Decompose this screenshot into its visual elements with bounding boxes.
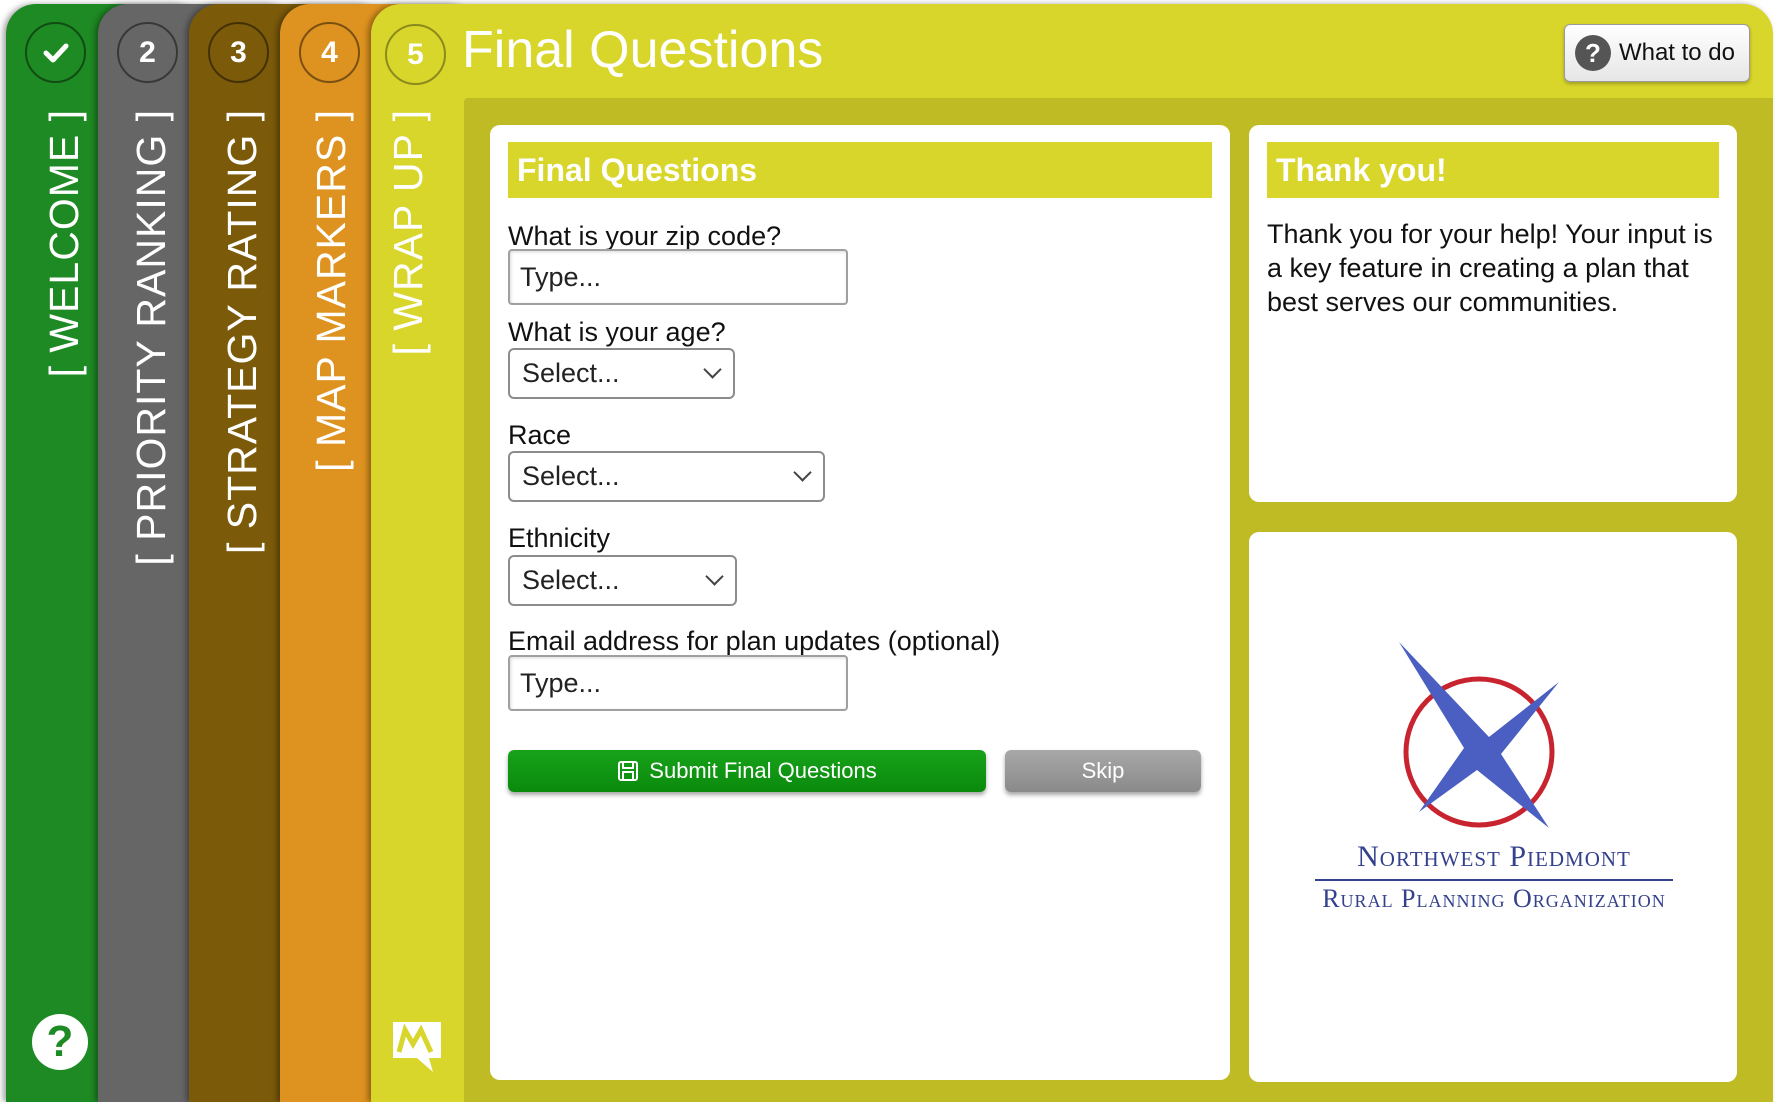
check-icon (25, 22, 86, 83)
npro-logo-icon (1399, 642, 1559, 828)
email-label: Email address for plan updates (optional… (508, 626, 1001, 656)
final-questions-card: Final Questions What is your zip code? T… (490, 125, 1230, 1080)
skip-button[interactable]: Skip (1005, 750, 1201, 792)
race-select-value: Select... (522, 461, 620, 491)
ethnicity-label: Ethnicity (508, 523, 611, 553)
app-frame: [ WELCOME ] ? 2 [ PRIORITY RANKING ] 3 [… (0, 0, 1777, 1102)
thank-you-card: Thank you! Thank you for your help! Your… (1249, 125, 1737, 502)
chevron-down-icon (703, 365, 721, 383)
tab-priority-ranking-label: [ PRIORITY RANKING ] (128, 109, 174, 566)
content-area: Final Questions What is your zip code? T… (464, 98, 1773, 1102)
ethnicity-select[interactable]: Select... (508, 555, 737, 606)
age-select[interactable]: Select... (508, 348, 735, 399)
age-label: What is your age? (508, 317, 726, 347)
logo-card: Northwest Piedmont Rural Planning Organi… (1249, 532, 1737, 1082)
thank-you-title: Thank you! (1267, 142, 1719, 198)
race-label: Race (508, 420, 572, 450)
tab-map-markers-label: [ MAP MARKERS ] (308, 109, 354, 472)
step-number-badge: 3 (208, 22, 269, 83)
zip-label: What is your zip code? (508, 221, 782, 251)
metroquest-logo-icon (393, 1022, 441, 1072)
step-number-badge: 2 (117, 22, 178, 83)
race-select[interactable]: Select... (508, 451, 825, 502)
thank-you-text: Thank you for your help! Your input is a… (1267, 219, 1713, 317)
tab-wrap-up: 5 [ WRAP UP ] Final Questions ? What to … (371, 4, 1773, 1102)
org-name-line2: Rural Planning Organization (1322, 884, 1666, 913)
submit-button[interactable]: Submit Final Questions (508, 750, 986, 792)
card-title: Final Questions (508, 142, 1212, 198)
org-name-line1: Northwest Piedmont (1357, 840, 1631, 873)
chevron-down-icon (793, 468, 811, 486)
submit-label: Submit Final Questions (649, 758, 877, 783)
what-to-do-button[interactable]: ? What to do (1563, 24, 1750, 82)
what-to-do-label: What to do (1618, 39, 1735, 66)
ethnicity-select-value: Select... (522, 565, 620, 595)
age-select-value: Select... (522, 358, 620, 388)
zip-input[interactable]: Type... (508, 249, 848, 305)
email-input[interactable]: Type... (508, 655, 848, 711)
step-number-badge: 5 (385, 24, 446, 85)
chevron-down-icon (705, 572, 723, 590)
save-icon (618, 761, 639, 781)
organization-logo: Northwest Piedmont Rural Planning Organi… (1279, 642, 1709, 932)
tab-strategy-rating-label: [ STRATEGY RATING ] (219, 109, 265, 554)
page-title: Final Questions (462, 21, 824, 79)
step-number-badge: 4 (299, 22, 360, 83)
tab-wrap-up-label: [ WRAP UP ] (385, 109, 431, 356)
tab-welcome-label: [ WELCOME ] (41, 109, 87, 378)
org-divider (1315, 879, 1673, 881)
question-icon: ? (1574, 35, 1611, 71)
help-icon[interactable]: ? (32, 1014, 88, 1070)
